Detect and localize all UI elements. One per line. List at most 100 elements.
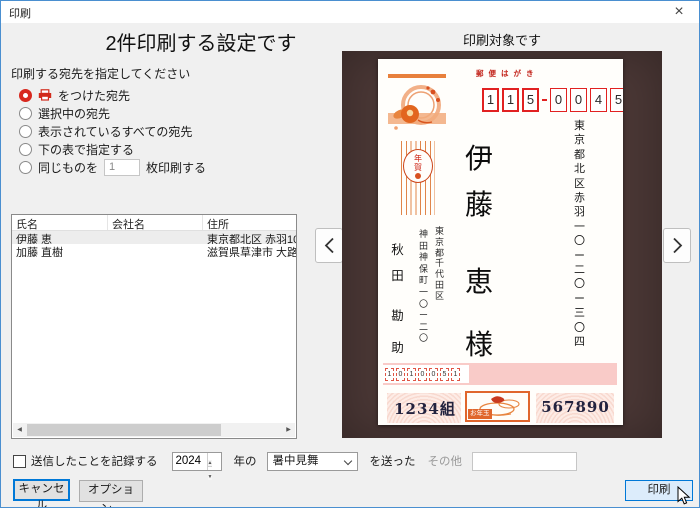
- plum-dot-icon: [415, 173, 421, 179]
- postcard-top-rule: [388, 74, 446, 78]
- radio-specify-in-table[interactable]: 下の表で指定する: [19, 141, 134, 157]
- nenga-stamp: 年賀: [403, 149, 433, 183]
- sender-postal-digit: 0: [396, 368, 405, 381]
- recipient-name-char: 様: [463, 323, 495, 363]
- radio-label: をつけた宛先: [58, 87, 130, 104]
- column-header-name[interactable]: 氏名: [12, 215, 108, 230]
- options-button[interactable]: オプション...: [79, 480, 143, 502]
- postcard-preview: 年賀 郵便はがき 1 1 5 0 0 4 5 東京都北区赤羽一〇ー二〇ー三〇四 …: [378, 59, 623, 425]
- nenga-stamp-label: 年賀: [413, 154, 423, 172]
- cell-name: 伊藤 恵: [12, 231, 108, 244]
- sender-postal-digit: 5: [440, 368, 449, 381]
- sender-name-char: 田: [390, 265, 405, 284]
- postal-digit: 1: [482, 88, 499, 112]
- recipient-name-char: 藤: [463, 183, 495, 223]
- sender-postal-digit: 1: [385, 368, 394, 381]
- postal-digit: 5: [522, 88, 539, 112]
- recipient-name-char: 伊: [463, 137, 495, 177]
- radio-marked-recipients[interactable]: をつけた宛先: [19, 87, 130, 103]
- spinner-down-icon[interactable]: ▼: [208, 474, 213, 480]
- page-title: 2件印刷する設定です: [21, 27, 381, 56]
- year-spinner[interactable]: ▲ ▼: [172, 452, 222, 471]
- radio-icon[interactable]: [19, 161, 32, 174]
- table-row[interactable]: 伊藤 恵 東京都北区 赤羽10-: [12, 231, 296, 244]
- cancel-button[interactable]: キャンセル: [13, 479, 70, 501]
- recipient-address: 東京都北区赤羽一〇ー二〇ー三〇四: [574, 119, 587, 350]
- spinner-up-icon[interactable]: ▲: [208, 460, 213, 467]
- horizontal-scrollbar[interactable]: ◀ ▶: [13, 423, 295, 437]
- cell-company: [108, 244, 203, 257]
- printer-icon: [38, 89, 52, 101]
- sender-address-line2: 神田神保町一〇ー二〇: [419, 229, 430, 345]
- radio-icon[interactable]: [19, 125, 32, 138]
- postal-digit: 5: [610, 88, 623, 112]
- cell-address: 滋賀県草津市 大路1: [203, 244, 296, 257]
- recipients-table: 氏名 会社名 住所 伊藤 恵 東京都北区 赤羽10- 加藤 直樹 滋賀県草津市 …: [11, 214, 297, 439]
- other-label: その他: [428, 453, 463, 469]
- column-header-company[interactable]: 会社名: [108, 215, 203, 230]
- radio-icon[interactable]: [19, 143, 32, 156]
- radio-icon[interactable]: [19, 107, 32, 120]
- mouse-cursor: [677, 486, 691, 505]
- cell-address: 東京都北区 赤羽10-: [203, 231, 296, 244]
- spinner-buttons: ▲ ▼: [207, 453, 221, 470]
- hagaki-header: 郵便はがき: [476, 68, 539, 79]
- dropdown-value: 暑中見舞: [273, 455, 319, 467]
- other-input[interactable]: [472, 452, 577, 471]
- postal-code-boxes: 1 1 5 0 0 4 5: [482, 88, 623, 112]
- radio-selected-recipient[interactable]: 選択中の宛先: [19, 105, 110, 121]
- close-icon[interactable]: ×: [665, 2, 693, 22]
- record-checkbox-label[interactable]: 送信したことを記録する: [31, 453, 158, 469]
- sender-postal-digit: 0: [418, 368, 427, 381]
- chevron-right-icon: [672, 237, 683, 254]
- postal-digit: 0: [570, 88, 587, 112]
- sender-name-char: 助: [390, 337, 405, 356]
- radio-label: 表示されているすべての宛先: [38, 123, 192, 140]
- scroll-left-icon[interactable]: ◀: [13, 423, 26, 437]
- radio-all-displayed[interactable]: 表示されているすべての宛先: [19, 123, 192, 139]
- postal-digit: 0: [550, 88, 567, 112]
- chevron-left-icon: [324, 237, 335, 254]
- radio-icon[interactable]: [19, 89, 32, 102]
- postal-digit: 4: [590, 88, 607, 112]
- radio-label-suffix: 枚印刷する: [146, 159, 206, 176]
- title-bar: 印刷 ×: [1, 1, 699, 23]
- scroll-right-icon[interactable]: ▶: [282, 423, 295, 437]
- otoshidama-label: お年玉: [468, 409, 492, 419]
- sender-address-line1: 東京都千代田区: [435, 226, 447, 302]
- cell-company: [108, 231, 203, 244]
- print-dialog: 印刷 × 2件印刷する設定です 印刷対象です 印刷する宛先を指定してください を…: [0, 0, 700, 508]
- radio-label: 選択中の宛先: [38, 105, 110, 122]
- cell-name: 加藤 直樹: [12, 244, 108, 257]
- lottery-serial-number: 567890: [538, 398, 613, 416]
- sender-postal-digit: 1: [407, 368, 416, 381]
- sender-postal-boxes: 1 0 1 0 0 5 1: [383, 365, 469, 383]
- sender-name-char: 勘: [390, 305, 405, 324]
- otoshidama-stamp: お年玉: [465, 391, 530, 422]
- sent-suffix-label: を送った: [370, 453, 416, 469]
- preview-title: 印刷対象です: [342, 30, 662, 49]
- recipient-name-char: 恵: [463, 260, 495, 300]
- radio-print-copies[interactable]: 同じものを 枚印刷する: [19, 159, 206, 175]
- year-input[interactable]: [173, 453, 207, 470]
- copies-count-input[interactable]: [104, 159, 140, 176]
- window-title: 印刷: [9, 5, 31, 21]
- recipient-instruction: 印刷する宛先を指定してください: [11, 65, 190, 82]
- greeting-type-dropdown[interactable]: 暑中見舞: [267, 452, 358, 471]
- column-header-address[interactable]: 住所: [203, 215, 296, 230]
- postal-digit: 1: [502, 88, 519, 112]
- postal-dash: [542, 99, 547, 102]
- scrollbar-thumb[interactable]: [27, 424, 221, 436]
- sender-name-char: 秋: [390, 239, 405, 258]
- previous-card-button[interactable]: [315, 228, 343, 263]
- chevron-down-icon: [343, 456, 351, 464]
- next-card-button[interactable]: [663, 228, 691, 263]
- record-sent-row: 送信したことを記録する ▲ ▼ 年の 暑中見舞 を送った その他: [13, 451, 577, 471]
- table-row[interactable]: 加藤 直樹 滋賀県草津市 大路1: [12, 244, 296, 257]
- radio-label: 下の表で指定する: [38, 141, 134, 158]
- lottery-group-number: 1234組: [390, 398, 460, 419]
- year-suffix-label: 年の: [234, 453, 257, 469]
- record-checkbox[interactable]: [13, 455, 26, 468]
- radio-label: 同じものを: [38, 159, 98, 176]
- sender-postal-digit: 0: [429, 368, 438, 381]
